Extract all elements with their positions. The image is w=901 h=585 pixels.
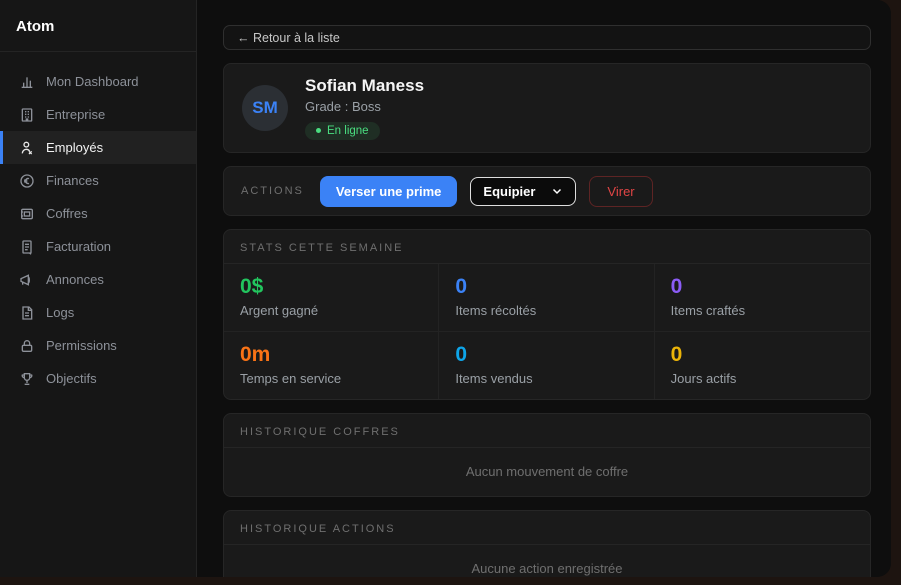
stat-items-sold: 0 Items vendus xyxy=(439,332,654,399)
fire-button[interactable]: Virer xyxy=(589,176,652,207)
sidebar-item-permissions[interactable]: Permissions xyxy=(0,329,196,362)
main-content: ← Retour à la liste SM Sofian Maness Gra… xyxy=(197,0,891,577)
sidebar-item-label: Facturation xyxy=(46,239,111,254)
stat-label: Temps en service xyxy=(240,371,422,386)
stat-active-days: 0 Jours actifs xyxy=(655,332,870,399)
stat-value: 0 xyxy=(671,343,854,367)
sidebar-item-facturation[interactable]: Facturation xyxy=(0,230,196,263)
sidebar-item-annonces[interactable]: Annonces xyxy=(0,263,196,296)
sidebar-item-finances[interactable]: Finances xyxy=(0,164,196,197)
stat-label: Items vendus xyxy=(455,371,637,386)
app-panel: Atom Mon Dashboard Entreprise Employés xyxy=(0,0,891,577)
actions-card: ACTIONS Verser une prime Equipier Virer xyxy=(223,166,871,216)
weekly-stats-card: STATS CETTE SEMAINE 0$ Argent gagné 0 It… xyxy=(223,229,871,400)
action-history-empty-text: Aucune action enregistrée xyxy=(224,545,870,577)
employee-grade: Grade : Boss xyxy=(305,99,424,114)
status-badge: En ligne xyxy=(305,122,380,140)
stat-label: Jours actifs xyxy=(671,371,854,386)
stat-value: 0 xyxy=(455,275,637,299)
chest-history-card: HISTORIQUE COFFRES Aucun mouvement de co… xyxy=(223,413,871,497)
stat-items-crafted: 0 Items craftés xyxy=(655,264,870,332)
employee-name: Sofian Maness xyxy=(305,76,424,96)
megaphone-icon xyxy=(19,272,35,288)
online-dot-icon xyxy=(316,128,321,133)
sidebar-item-coffres[interactable]: Coffres xyxy=(0,197,196,230)
chart-bar-icon xyxy=(19,74,35,90)
sidebar-item-employes[interactable]: Employés xyxy=(0,131,196,164)
stats-grid: 0$ Argent gagné 0 Items récoltés 0 Items… xyxy=(224,264,870,399)
stats-card-header: STATS CETTE SEMAINE xyxy=(224,230,870,264)
back-to-list-button[interactable]: ← Retour à la liste xyxy=(223,25,871,50)
invoice-icon xyxy=(19,239,35,255)
give-bonus-button[interactable]: Verser une prime xyxy=(320,176,458,207)
grade-select[interactable]: Equipier xyxy=(470,177,576,206)
employee-profile-card: SM Sofian Maness Grade : Boss En ligne xyxy=(223,63,871,153)
chest-history-section-label: HISTORIQUE COFFRES xyxy=(240,426,400,438)
safe-icon xyxy=(19,206,35,222)
euro-icon xyxy=(19,173,35,189)
stats-section-label: STATS CETTE SEMAINE xyxy=(240,242,404,254)
sidebar-item-label: Objectifs xyxy=(46,371,97,386)
sidebar-item-label: Employés xyxy=(46,140,103,155)
sidebar-item-entreprise[interactable]: Entreprise xyxy=(0,98,196,131)
trophy-icon xyxy=(19,371,35,387)
chest-history-empty-text: Aucun mouvement de coffre xyxy=(224,448,870,496)
actions-section-label: ACTIONS xyxy=(241,185,304,197)
action-history-section-label: HISTORIQUE ACTIONS xyxy=(240,523,396,535)
sidebar-item-logs[interactable]: Logs xyxy=(0,296,196,329)
users-icon xyxy=(19,140,35,156)
brand-title: Atom xyxy=(0,0,196,52)
stat-value: 0 xyxy=(671,275,854,299)
stat-time-on-duty: 0m Temps en service xyxy=(224,332,439,399)
sidebar-item-label: Annonces xyxy=(46,272,104,287)
status-label: En ligne xyxy=(327,125,369,137)
sidebar-item-objectifs[interactable]: Objectifs xyxy=(0,362,196,395)
sidebar-item-label: Permissions xyxy=(46,338,117,353)
building-icon xyxy=(19,107,35,123)
sidebar-item-label: Finances xyxy=(46,173,99,188)
sidebar-item-label: Coffres xyxy=(46,206,88,221)
avatar: SM xyxy=(242,85,288,131)
file-icon xyxy=(19,305,35,321)
stat-label: Items récoltés xyxy=(455,303,637,318)
profile-info: Sofian Maness Grade : Boss En ligne xyxy=(305,76,424,140)
action-history-header: HISTORIQUE ACTIONS xyxy=(224,511,870,545)
action-history-card: HISTORIQUE ACTIONS Aucune action enregis… xyxy=(223,510,871,577)
sidebar: Atom Mon Dashboard Entreprise Employés xyxy=(0,0,197,577)
stat-value: 0$ xyxy=(240,275,422,299)
stat-value: 0 xyxy=(455,343,637,367)
sidebar-item-label: Logs xyxy=(46,305,74,320)
lock-icon xyxy=(19,338,35,354)
stat-label: Items craftés xyxy=(671,303,854,318)
chevron-down-icon xyxy=(551,185,563,197)
stat-label: Argent gagné xyxy=(240,303,422,318)
sidebar-item-label: Mon Dashboard xyxy=(46,74,139,89)
sidebar-nav: Mon Dashboard Entreprise Employés Financ… xyxy=(0,52,196,395)
sidebar-item-label: Entreprise xyxy=(46,107,105,122)
grade-select-value: Equipier xyxy=(483,184,535,199)
chest-history-header: HISTORIQUE COFFRES xyxy=(224,414,870,448)
stat-money-earned: 0$ Argent gagné xyxy=(224,264,439,332)
stat-value: 0m xyxy=(240,343,422,367)
sidebar-item-dashboard[interactable]: Mon Dashboard xyxy=(0,65,196,98)
stat-items-harvested: 0 Items récoltés xyxy=(439,264,654,332)
